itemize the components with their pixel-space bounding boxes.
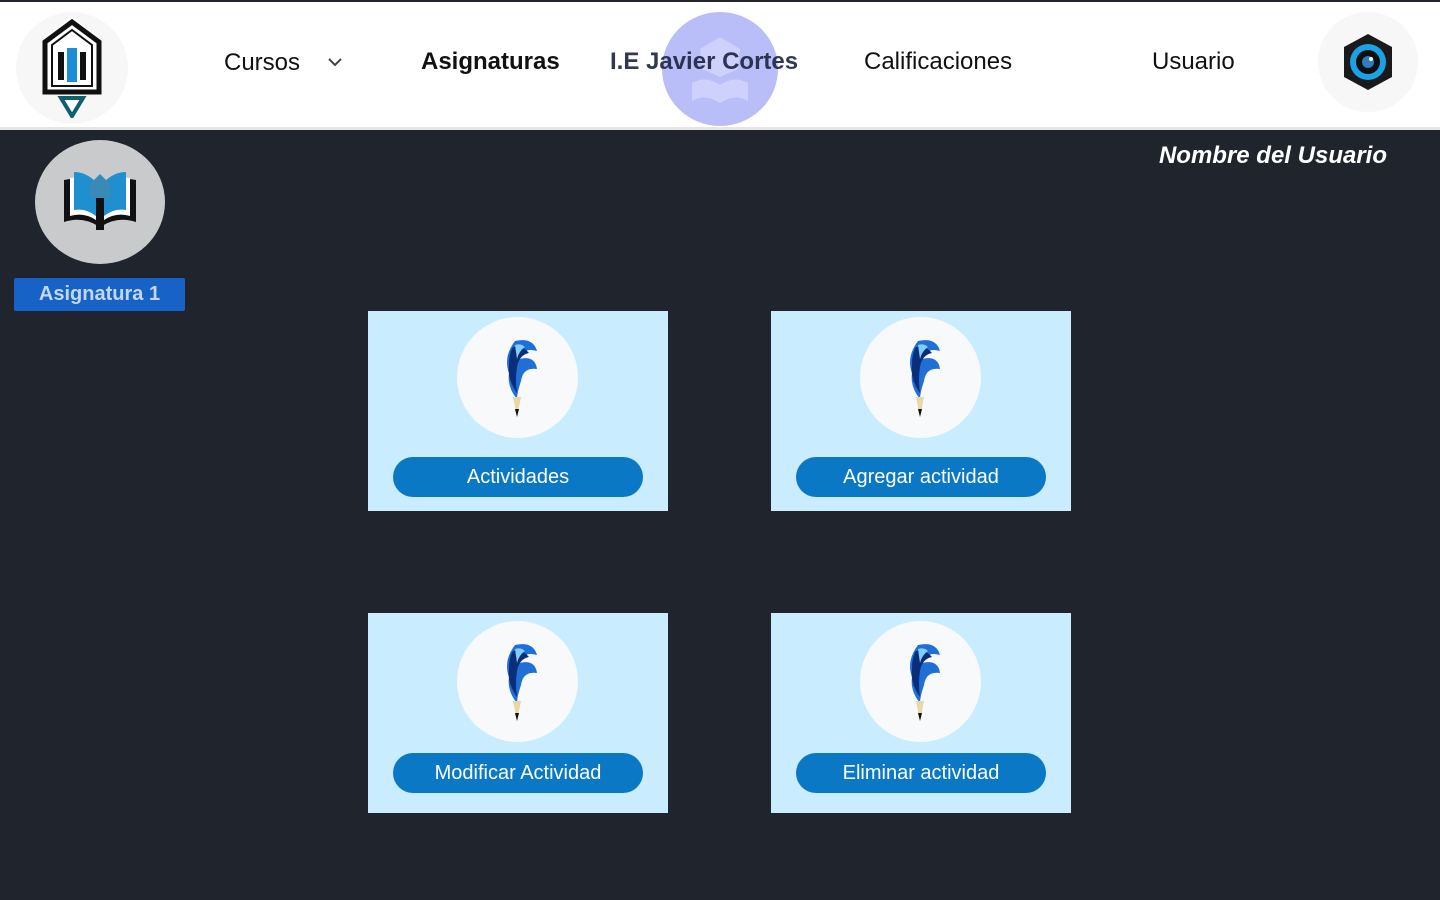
pencil-feather-icon <box>860 317 981 438</box>
open-book-icon <box>64 172 136 230</box>
eliminar-actividad-button[interactable]: Eliminar actividad <box>796 753 1046 793</box>
pencil-feather-icon <box>860 621 981 742</box>
top-navbar: Cursos Asignaturas I.E Javier Cortes Cal… <box>0 2 1440 130</box>
agregar-actividad-button[interactable]: Agregar actividad <box>796 457 1046 497</box>
site-logo[interactable] <box>16 12 128 124</box>
activity-card: Eliminar actividad <box>771 613 1071 813</box>
pencil-feather-icon <box>457 317 578 438</box>
user-name: Nombre del Usuario <box>1158 142 1387 169</box>
modificar-actividad-button[interactable]: Modificar Actividad <box>393 753 643 793</box>
nav-usuario[interactable]: Usuario <box>1152 48 1235 76</box>
user-profile-button[interactable] <box>1318 12 1418 112</box>
nav-asignaturas[interactable]: Asignaturas <box>421 48 560 76</box>
nav-calificaciones[interactable]: Calificaciones <box>864 48 1012 76</box>
subject-avatar <box>35 140 165 264</box>
chevron-down-icon[interactable] <box>326 53 344 71</box>
pencil-feather-icon <box>457 621 578 742</box>
actividades-button[interactable]: Actividades <box>393 457 643 497</box>
activity-card: Agregar actividad <box>771 311 1071 511</box>
camera-lens-icon <box>1344 34 1392 90</box>
subject-badge[interactable]: Asignatura 1 <box>14 278 185 311</box>
nav-cursos[interactable]: Cursos <box>224 49 300 77</box>
activity-card: Modificar Actividad <box>368 613 668 813</box>
activity-card: Actividades <box>368 311 668 511</box>
school-name: I.E Javier Cortes <box>610 48 799 75</box>
shield-logo-icon <box>42 18 102 118</box>
